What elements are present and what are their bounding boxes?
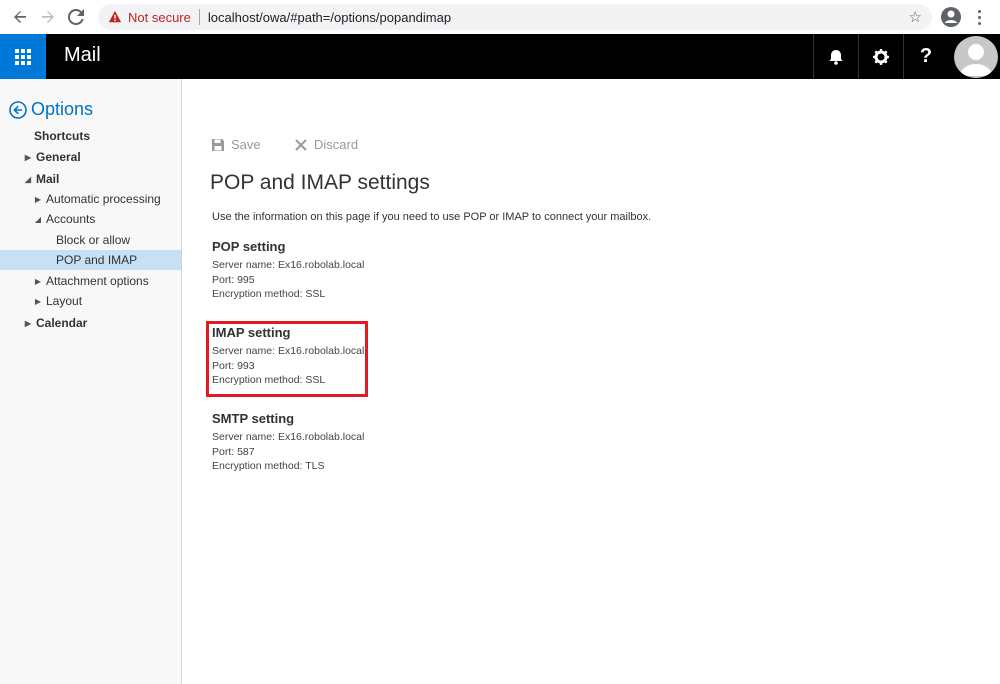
app-header: Mail ? xyxy=(0,34,1000,79)
sidebar-item-label: Accounts xyxy=(46,212,96,226)
sidebar-item-block-or-allow[interactable]: Block or allow xyxy=(56,230,130,250)
reload-icon xyxy=(68,9,84,25)
page-title: POP and IMAP settings xyxy=(210,171,430,194)
encryption-method: Encryption method: SSL xyxy=(212,288,326,300)
bell-icon xyxy=(829,49,843,65)
caret-down-icon: ◢ xyxy=(24,174,32,184)
encryption-method: Encryption method: TLS xyxy=(212,460,325,472)
sidebar-item-label: Block or allow xyxy=(56,233,131,247)
discard-label: Discard xyxy=(314,137,359,152)
reload-button[interactable] xyxy=(62,3,90,31)
address-bar[interactable]: Not secure localhost/owa/#path=/options/… xyxy=(98,4,932,30)
sidebar-item-label: Calendar xyxy=(36,316,88,330)
server-name: Server name: Ex16.robolab.local xyxy=(212,431,365,443)
gear-icon xyxy=(873,48,889,65)
caret-right-icon: ▶ xyxy=(24,152,32,162)
sidebar-item-layout[interactable]: ▶ Layout xyxy=(34,291,82,311)
browser-menu-icon[interactable] xyxy=(972,6,986,28)
caret-right-icon: ▶ xyxy=(34,194,42,204)
sidebar-item-label: Attachment options xyxy=(46,274,149,288)
sidebar-item-label: Mail xyxy=(36,172,60,186)
arrow-left-icon xyxy=(14,11,26,23)
port: Port: 587 xyxy=(212,445,255,458)
profile-icon[interactable] xyxy=(940,6,962,28)
avatar[interactable] xyxy=(954,36,998,78)
bookmark-star-icon[interactable]: ☆ xyxy=(909,8,922,26)
question-icon: ? xyxy=(919,45,933,67)
sidebar-item-label: Shortcuts xyxy=(34,129,91,143)
caret-right-icon: ▶ xyxy=(24,318,32,328)
sidebar-item-shortcuts[interactable]: Shortcuts xyxy=(34,126,90,146)
save-icon xyxy=(212,138,224,151)
browser-toolbar: Not secure localhost/owa/#path=/options/… xyxy=(0,0,1000,34)
port: Port: 995 xyxy=(212,273,255,286)
arrow-right-icon xyxy=(42,11,54,23)
caret-down-icon: ◢ xyxy=(34,214,42,224)
sidebar-item-accounts[interactable]: ◢ Accounts xyxy=(34,209,95,229)
sidebar-item-mail[interactable]: ◢ Mail xyxy=(24,169,59,189)
sidebar-item-general[interactable]: ▶ General xyxy=(24,147,81,167)
app-launcher-button[interactable] xyxy=(0,34,46,79)
waffle-icon xyxy=(15,48,31,65)
back-button[interactable] xyxy=(6,3,34,31)
help-button[interactable]: ? xyxy=(903,34,948,79)
sidebar-item-label: General xyxy=(36,150,81,164)
not-secure-label: Not secure xyxy=(128,9,191,25)
sidebar-item-pop-and-imap[interactable]: POP and IMAP xyxy=(0,250,181,270)
save-button[interactable]: Save xyxy=(211,137,261,152)
server-name: Server name: Ex16.robolab.local xyxy=(212,259,365,271)
caret-right-icon: ▶ xyxy=(34,276,42,286)
save-label: Save xyxy=(231,137,261,152)
back-circle-icon xyxy=(9,100,27,119)
pop-setting-section: POP setting Server name: Ex16.robolab.lo… xyxy=(212,239,364,302)
sidebar-item-attachment-options[interactable]: ▶ Attachment options xyxy=(34,271,149,291)
imap-highlight-box xyxy=(206,321,368,397)
smtp-setting-section: SMTP setting Server name: Ex16.robolab.l… xyxy=(212,411,364,474)
notifications-button[interactable] xyxy=(813,34,858,79)
sidebar-item-automatic-processing[interactable]: ▶ Automatic processing xyxy=(34,189,161,209)
section-heading: POP setting xyxy=(212,239,286,254)
sidebar-item-label: POP and IMAP xyxy=(56,253,138,267)
page-intro: Use the information on this page if you … xyxy=(212,211,652,223)
options-title: Options xyxy=(31,99,94,119)
user-avatar-icon xyxy=(960,44,992,76)
sidebar-item-label: Layout xyxy=(46,294,83,308)
settings-button[interactable] xyxy=(858,34,903,79)
address-divider xyxy=(198,9,200,25)
sidebar-item-calendar[interactable]: ▶ Calendar xyxy=(24,313,87,333)
section-heading: SMTP setting xyxy=(212,411,295,426)
url-text: localhost/owa/#path=/options/popandimap xyxy=(207,9,452,25)
options-sidebar: Options Shortcuts ▶ General ◢ Mail ▶ Aut… xyxy=(0,79,182,684)
close-icon xyxy=(295,138,307,151)
warning-icon xyxy=(108,10,122,23)
discard-button[interactable]: Discard xyxy=(294,137,358,152)
app-title: Mail xyxy=(64,44,101,66)
sidebar-item-label: Automatic processing xyxy=(46,192,161,206)
options-back-link[interactable]: Options xyxy=(9,99,93,120)
caret-right-icon: ▶ xyxy=(34,296,42,306)
forward-button[interactable] xyxy=(34,3,62,31)
